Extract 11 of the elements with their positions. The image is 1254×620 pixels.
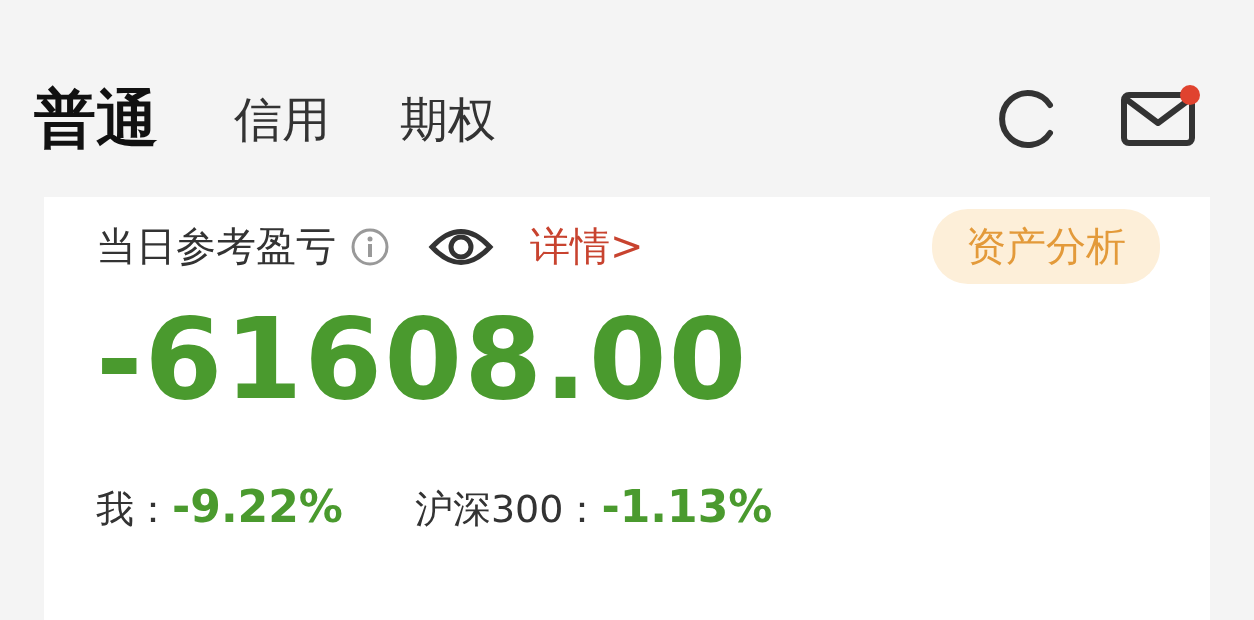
return-value: -9.22% [172, 481, 343, 533]
tab[interactable]: 普通 [34, 87, 158, 150]
return-label: 我： [96, 486, 172, 534]
pnl-label: 当日参考盈亏 [96, 222, 336, 271]
return-value: -1.13% [601, 481, 773, 533]
pnl-value: -61608.00 [96, 298, 750, 422]
tab[interactable]: 信用 [234, 94, 330, 143]
return-label: 沪深300： [414, 486, 602, 534]
details-link[interactable]: 详情> [530, 219, 644, 274]
info-icon[interactable] [350, 226, 390, 267]
tab[interactable]: 期权 [400, 94, 496, 143]
